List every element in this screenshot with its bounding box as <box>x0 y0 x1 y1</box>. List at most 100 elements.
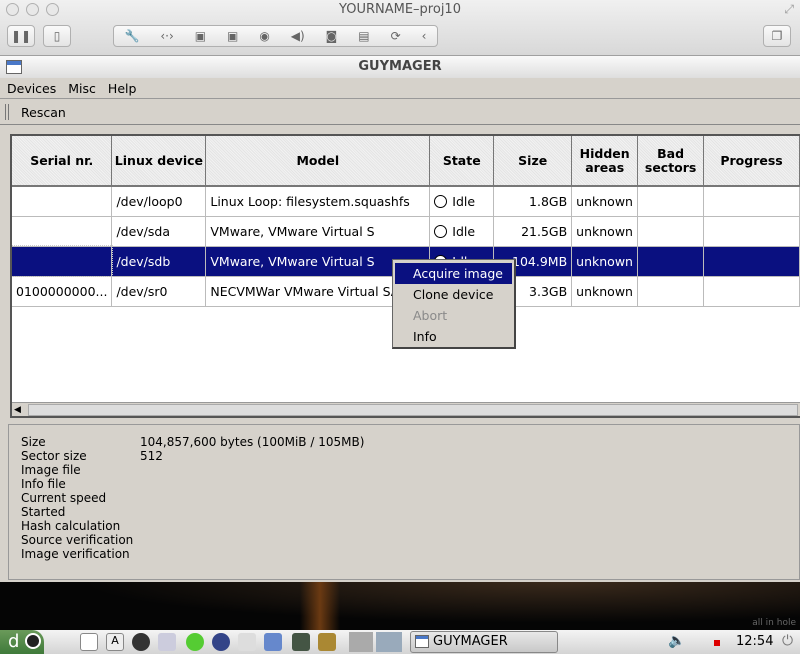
font-icon[interactable]: A <box>106 633 124 651</box>
cell-model: VMware, VMware Virtual S <box>205 216 431 247</box>
column-header-state[interactable]: State <box>429 136 495 187</box>
network-icon[interactable]: ‹·› <box>160 26 173 46</box>
info-row: Sector size 512 <box>21 449 799 463</box>
context-menu-item-info[interactable]: Info <box>395 326 512 347</box>
cell-bad <box>637 246 705 277</box>
context-menu-item-clone-device[interactable]: Clone device <box>395 284 512 305</box>
cell-progress <box>703 276 800 307</box>
disk-icon[interactable]: ▣ <box>227 26 238 46</box>
cell-serial <box>12 186 113 217</box>
info-row: Hash calculation <box>21 519 799 533</box>
state-label: Idle <box>452 223 476 239</box>
show-desktop-icon[interactable] <box>80 633 98 651</box>
rescan-button[interactable]: Rescan <box>21 105 66 120</box>
package-icon[interactable] <box>292 633 310 651</box>
column-header-model[interactable]: Model <box>205 136 431 187</box>
network-status-icon[interactable] <box>714 640 720 646</box>
menu-devices[interactable]: Devices <box>0 79 61 96</box>
power-icon[interactable]: ⏻ <box>782 633 793 649</box>
usb-icon[interactable]: ▤ <box>358 26 369 46</box>
chevron-left-icon[interactable]: ‹ <box>422 26 427 46</box>
scrollbar-thumb[interactable] <box>28 404 798 416</box>
cell-hidden: unknown <box>571 216 639 247</box>
menu-misc[interactable]: Misc <box>61 79 101 96</box>
sound-icon[interactable]: ◀) <box>291 26 305 46</box>
window-switch-button[interactable]: ❐ <box>763 25 791 47</box>
context-menu-item-abort: Abort <box>413 308 448 323</box>
info-label: Image file <box>21 463 81 477</box>
table-row[interactable]: /dev/loop0 Linux Loop: filesystem.squashf… <box>12 186 800 217</box>
info-row: Source verification <box>21 533 799 547</box>
cd-icon[interactable]: ◉ <box>259 26 269 46</box>
cell-device: /dev/sda <box>111 216 207 247</box>
context-menu-item-acquire-image[interactable]: Acquire image <box>395 263 512 284</box>
snapshot-button[interactable]: ▯ <box>43 25 71 47</box>
hexagon-icon[interactable] <box>186 633 204 651</box>
info-label: Source verification <box>21 533 134 547</box>
cell-progress <box>703 186 800 217</box>
column-header-device[interactable]: Linux device <box>111 136 207 187</box>
info-row: Image verification <box>21 547 799 561</box>
camera-icon[interactable]: ◙ <box>326 26 338 46</box>
info-row: Current speed <box>21 491 799 505</box>
sync-icon[interactable]: ⟳ <box>391 26 401 46</box>
volume-icon[interactable]: 🔈 <box>668 633 685 649</box>
cell-bad <box>637 216 705 247</box>
column-header-size[interactable]: Size <box>493 136 573 187</box>
workspace-1[interactable] <box>349 632 373 652</box>
cell-bad <box>637 186 705 217</box>
table-row[interactable]: /dev/sda VMware, VMware Virtual S Idle 21.5… <box>12 216 800 247</box>
taskbar-item-guymager[interactable]: GUYMAGER <box>410 631 558 653</box>
vm-window-chrome: YOURNAME–proj10 ⤢ ❚❚ ▯ 🔧 ‹·› ▣ ▣ ◉ ◀) ◙ ▤ ⟳ ‹ ❐ <box>0 0 800 56</box>
search-icon[interactable] <box>238 633 256 651</box>
menu-help[interactable]: Help <box>101 79 142 96</box>
toolbar-handle[interactable] <box>5 104 9 120</box>
cell-device: /dev/sdb <box>111 246 207 277</box>
document-icon[interactable] <box>264 633 282 651</box>
cell-model: Linux Loop: filesystem.squashfs <box>205 186 431 217</box>
cell-device: /dev/sr0 <box>111 276 207 307</box>
start-logo: d <box>8 631 20 652</box>
state-label: Idle <box>452 193 476 209</box>
cell-serial <box>12 245 113 277</box>
globe-icon[interactable] <box>212 633 230 651</box>
info-row: Started <box>21 505 799 519</box>
pause-button[interactable]: ❚❚ <box>7 25 35 47</box>
info-label: Hash calculation <box>21 519 121 533</box>
cell-size: 1.8GB <box>493 186 573 217</box>
disk-icon[interactable]: ▣ <box>195 26 206 46</box>
desktop-background: all in hole <box>0 582 800 630</box>
info-value: 512 <box>140 449 163 463</box>
column-header-bad[interactable]: Bad sectors <box>637 136 705 187</box>
cell-state: Idle <box>429 216 495 247</box>
eject-icon[interactable] <box>158 633 176 651</box>
window-icon <box>6 60 22 74</box>
scroll-left-arrow[interactable]: ◀ <box>14 405 21 415</box>
horizontal-scrollbar[interactable]: ◀ <box>12 402 800 416</box>
column-header-serial[interactable]: Serial nr. <box>12 136 113 187</box>
info-label: Size <box>21 435 46 449</box>
cell-progress <box>703 216 800 247</box>
info-value: 104,857,600 bytes (100MiB / 105MB) <box>140 435 365 449</box>
wrench-icon[interactable]: 🔧 <box>124 26 139 46</box>
info-row: Size 104,857,600 bytes (100MiB / 105MB) <box>21 435 799 449</box>
info-label: Image verification <box>21 547 130 561</box>
toolbar: Rescan <box>0 100 800 125</box>
detective-icon[interactable] <box>318 633 336 651</box>
column-header-progress[interactable]: Progress <box>703 136 800 187</box>
info-label: Current speed <box>21 491 107 505</box>
clock-icon[interactable] <box>132 633 150 651</box>
state-circle-icon <box>434 224 448 238</box>
column-header-hidden[interactable]: Hidden areas <box>571 136 639 187</box>
taskbar: d A GUYMAGER 🔈 12:54 ⏻ <box>0 630 800 654</box>
menubar: Devices Misc Help <box>0 79 800 99</box>
fullscreen-icon[interactable]: ⤢ <box>784 2 794 17</box>
workspace-2[interactable] <box>376 632 402 652</box>
info-row: Image file <box>21 463 799 477</box>
start-button[interactable]: d <box>0 630 44 654</box>
eight-ball-icon <box>25 633 42 649</box>
context-menu: Acquire image Clone device Abort Info <box>392 259 516 349</box>
clock[interactable]: 12:54 <box>736 630 773 654</box>
app-title: GUYMAGER <box>358 59 442 74</box>
cell-hidden: unknown <box>571 186 639 217</box>
